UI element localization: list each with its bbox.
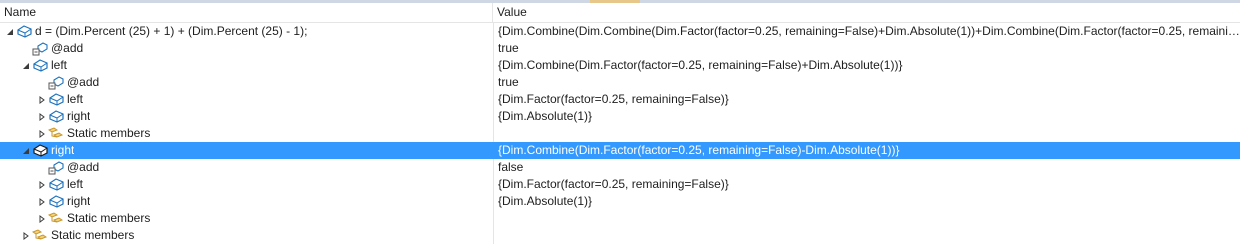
name-cell: right [0, 108, 494, 125]
tree-row-add[interactable]: @add true [0, 40, 1240, 57]
expand-arrow-icon[interactable] [36, 176, 48, 193]
row-value[interactable]: true [494, 40, 1240, 57]
window-top-border [0, 0, 1240, 3]
row-value[interactable] [494, 210, 1240, 227]
field-icon [48, 108, 64, 125]
collapse-arrow-icon[interactable] [4, 23, 16, 40]
row-value[interactable] [494, 125, 1240, 142]
tree-row-d[interactable]: d = (Dim.Percent (25) + 1) + (Dim.Percen… [0, 23, 1240, 40]
name-cell: Static members [0, 227, 494, 244]
name-cell: d = (Dim.Percent (25) + 1) + (Dim.Percen… [0, 23, 494, 40]
row-name: left [67, 177, 84, 191]
tree-row-right-selected[interactable]: right {Dim.Combine(Dim.Factor(factor=0.2… [0, 142, 1240, 159]
static-members-icon [32, 227, 48, 244]
property-icon [48, 74, 64, 91]
expand-arrow-icon[interactable] [36, 210, 48, 227]
row-name: Static members [51, 228, 135, 242]
tree-row-left[interactable]: left {Dim.Factor(factor=0.25, remaining=… [0, 91, 1240, 108]
name-cell: left [0, 176, 494, 193]
tree-row-static-members[interactable]: Static members [0, 210, 1240, 227]
row-value[interactable]: {Dim.Combine(Dim.Factor(factor=0.25, rem… [494, 57, 1240, 74]
row-value[interactable]: {Dim.Combine(Dim.Combine(Dim.Factor(fact… [494, 23, 1240, 40]
expand-arrow-icon[interactable] [36, 108, 48, 125]
value-column-header[interactable]: Value [493, 3, 1240, 22]
tree-row-static-members[interactable]: Static members [0, 227, 1240, 244]
row-value[interactable]: true [494, 74, 1240, 91]
static-members-icon [48, 125, 64, 142]
name-cell: left [0, 91, 494, 108]
name-cell: @add [0, 159, 494, 176]
tree-row-right[interactable]: right {Dim.Absolute(1)} [0, 108, 1240, 125]
name-column-header[interactable]: Name [0, 3, 493, 22]
expand-arrow-icon[interactable] [36, 125, 48, 142]
row-value[interactable]: {Dim.Factor(factor=0.25, remaining=False… [494, 91, 1240, 108]
expand-arrow-icon[interactable] [36, 91, 48, 108]
name-cell: Static members [0, 210, 494, 227]
tree-row-right[interactable]: right {Dim.Absolute(1)} [0, 193, 1240, 210]
tree-row-static-members[interactable]: Static members [0, 125, 1240, 142]
watch-window: Name Value d = (Dim.Percent (25) + 1) + … [0, 0, 1240, 247]
expand-arrow-icon[interactable] [20, 227, 32, 244]
collapse-arrow-icon[interactable] [20, 142, 32, 159]
field-icon [48, 193, 64, 210]
collapse-arrow-icon[interactable] [20, 57, 32, 74]
name-cell: right [0, 142, 494, 159]
row-name: @add [67, 160, 100, 174]
name-cell: @add [0, 74, 494, 91]
expand-arrow-icon[interactable] [36, 193, 48, 210]
property-icon [32, 40, 48, 57]
row-name: right [67, 109, 91, 123]
row-name: left [51, 58, 68, 72]
name-cell: right [0, 193, 494, 210]
name-cell: @add [0, 40, 494, 57]
row-value[interactable]: {Dim.Combine(Dim.Factor(factor=0.25, rem… [494, 142, 1240, 159]
row-value[interactable] [494, 227, 1240, 244]
row-value[interactable]: {Dim.Absolute(1)} [494, 193, 1240, 210]
row-name: right [51, 143, 75, 157]
property-icon [48, 159, 64, 176]
row-value[interactable]: false [494, 159, 1240, 176]
row-name: d = (Dim.Percent (25) + 1) + (Dim.Percen… [35, 24, 308, 38]
row-name: left [67, 92, 84, 106]
row-value[interactable]: {Dim.Factor(factor=0.25, remaining=False… [494, 176, 1240, 193]
row-name: @add [51, 41, 84, 55]
tree-row-left[interactable]: left {Dim.Factor(factor=0.25, remaining=… [0, 176, 1240, 193]
field-icon [48, 176, 64, 193]
tree-row-add[interactable]: @add true [0, 74, 1240, 91]
tree-row-left[interactable]: left {Dim.Combine(Dim.Factor(factor=0.25… [0, 57, 1240, 74]
field-icon [48, 91, 64, 108]
active-tab-accent [590, 0, 640, 3]
column-header: Name Value [0, 3, 1240, 23]
field-icon [32, 142, 48, 159]
name-cell: left [0, 57, 494, 74]
row-name: right [67, 194, 91, 208]
row-name: Static members [67, 126, 151, 140]
row-name: @add [67, 75, 100, 89]
field-icon [32, 57, 48, 74]
row-value[interactable]: {Dim.Absolute(1)} [494, 108, 1240, 125]
static-members-icon [48, 210, 64, 227]
tree-row-add[interactable]: @add false [0, 159, 1240, 176]
row-name: Static members [67, 211, 151, 225]
name-cell: Static members [0, 125, 494, 142]
variable-icon [16, 23, 32, 40]
